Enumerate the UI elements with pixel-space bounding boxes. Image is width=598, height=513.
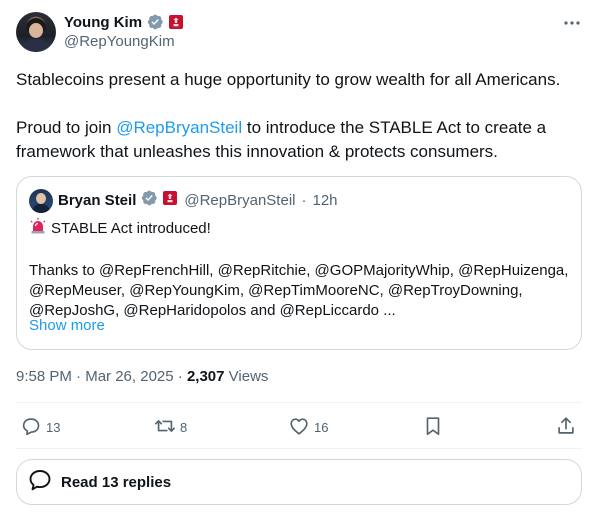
house-affiliation-icon — [162, 190, 178, 210]
quoted-header: Bryan Steil @RepBryanSteil · 12h — [58, 190, 338, 210]
share-icon — [555, 415, 577, 440]
divider — [16, 448, 582, 449]
quoted-first-line: STABLE Act introduced! — [29, 217, 574, 241]
heart-icon — [288, 415, 310, 440]
tweet-paragraph: Stablecoins present a huge opportunity t… — [16, 70, 561, 89]
tweet-meta: 9:58 PM · Mar 26, 2025 · 2,307 Views — [16, 368, 268, 385]
tweet-time[interactable]: 9:58 PM — [16, 368, 72, 385]
quoted-thanks-text: Thanks to @RepFrenchHill, @RepRitchie, @… — [29, 262, 569, 319]
repost-count: 8 — [180, 419, 188, 435]
author-name-row: Young Kim — [64, 12, 184, 32]
bookmark-button[interactable] — [422, 415, 444, 439]
tweet-text-segment: Proud to join — [16, 118, 117, 137]
meta-separator: · — [76, 368, 82, 385]
quoted-separator: · — [301, 191, 307, 209]
quoted-body: STABLE Act introduced! Thanks to @RepFre… — [29, 217, 574, 321]
quoted-timestamp: 12h — [312, 191, 338, 209]
divider — [16, 402, 582, 403]
tweet-text: Stablecoins present a huge opportunity t… — [16, 68, 586, 188]
more-options-icon[interactable] — [562, 13, 582, 33]
speech-bubble-icon — [27, 467, 53, 497]
like-count: 16 — [314, 419, 329, 435]
author-avatar[interactable] — [16, 12, 56, 52]
verified-badge-icon — [140, 189, 158, 211]
meta-separator: · — [177, 368, 183, 385]
views-label: Views — [228, 368, 269, 385]
verified-badge-icon[interactable] — [146, 13, 164, 31]
quoted-headline: STABLE Act introduced! — [51, 220, 211, 237]
read-replies-button[interactable]: Read 13 replies — [16, 459, 582, 505]
share-button[interactable] — [555, 415, 577, 439]
reply-button[interactable]: 13 — [20, 415, 60, 439]
quoted-author-handle: @RepBryanSteil — [184, 191, 296, 209]
house-affiliation-icon[interactable] — [168, 14, 184, 30]
reply-icon — [20, 415, 42, 440]
like-button[interactable]: 16 — [288, 415, 328, 439]
reply-count: 13 — [46, 419, 61, 435]
siren-icon — [29, 217, 47, 241]
repost-icon — [154, 415, 176, 440]
quoted-tweet-card[interactable]: Bryan Steil @RepBryanSteil · 12h STABLE … — [16, 176, 582, 350]
quoted-author-avatar — [29, 189, 53, 213]
author-display-name[interactable]: Young Kim — [64, 14, 142, 31]
author-handle[interactable]: @RepYoungKim — [64, 33, 175, 50]
quoted-author-name: Bryan Steil — [58, 191, 137, 209]
repost-button[interactable]: 8 — [154, 415, 187, 439]
tweet-date[interactable]: Mar 26, 2025 — [85, 368, 173, 385]
read-replies-label: Read 13 replies — [61, 473, 172, 491]
tweet-paragraph: Proud to join @RepBryanSteil to introduc… — [16, 116, 586, 164]
bookmark-icon — [422, 415, 444, 440]
views-count: 2,307 — [186, 368, 225, 385]
show-more-link[interactable]: Show more — [29, 317, 105, 334]
mention-link[interactable]: @RepBryanSteil — [116, 118, 242, 137]
